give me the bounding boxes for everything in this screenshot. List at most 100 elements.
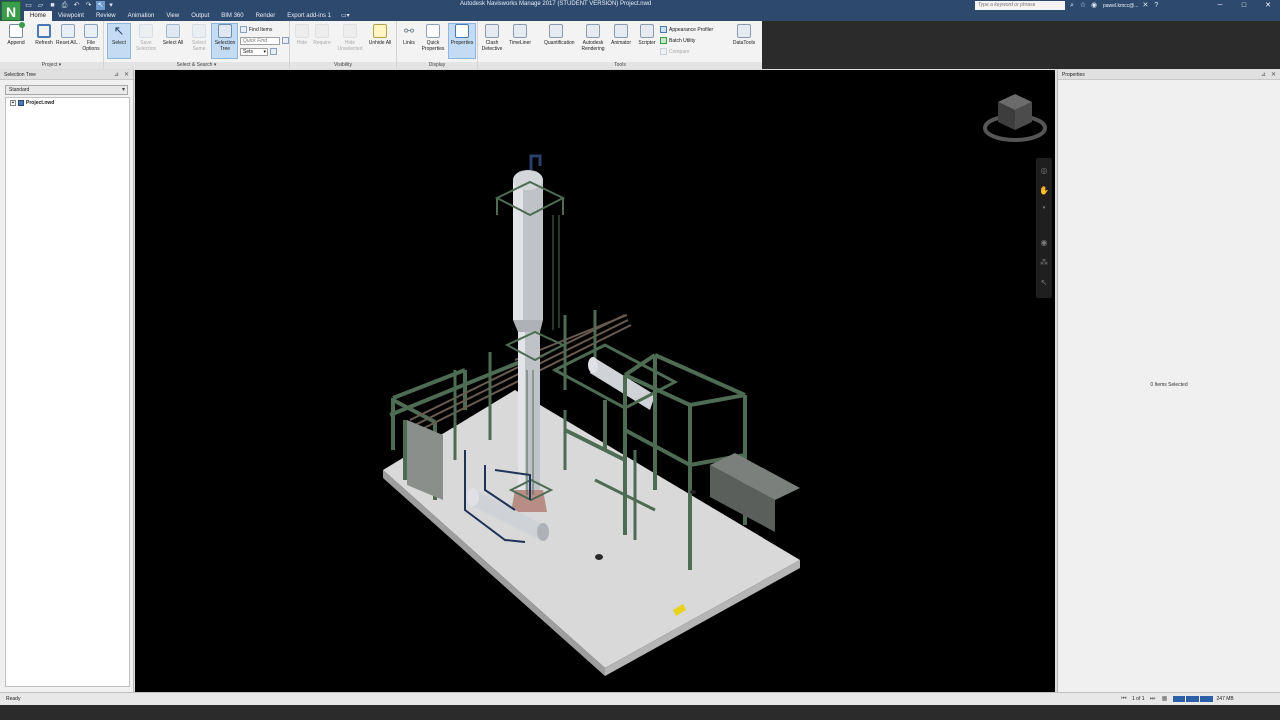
close-icon[interactable]: ✕ — [124, 70, 129, 80]
help-icon[interactable]: ? — [1152, 2, 1160, 10]
close-icon[interactable]: ✕ — [1271, 70, 1276, 80]
save-icon[interactable]: ■ — [48, 1, 57, 10]
tab-export-addins[interactable]: Export add-ins 1 — [281, 11, 337, 21]
save-selection-icon — [139, 24, 153, 38]
ribbon-tab-bar: Home Viewpoint Review Animation View Out… — [0, 11, 1280, 21]
quick-find-search-icon[interactable] — [282, 37, 289, 44]
scripter-button[interactable]: Scripter — [635, 24, 659, 60]
ribbon-options-icon[interactable]: ▭▾ — [337, 11, 354, 21]
panel-title-project[interactable]: Project ▾ — [0, 62, 103, 69]
zoom-icon[interactable]: • — [1039, 203, 1049, 213]
clash-detective-button[interactable]: Clash Detective — [480, 24, 504, 60]
quick-find-input[interactable] — [240, 36, 280, 45]
links-button[interactable]: ⚯ Links — [397, 24, 421, 60]
status-controls: ⏮ 1 of 1 ⏭ ▦ 247 MB — [1120, 695, 1234, 703]
properties-button[interactable]: Properties — [448, 23, 476, 59]
exchange-icon[interactable]: ✕ — [1141, 2, 1149, 10]
sheet-indicator: 1 of 1 — [1132, 696, 1145, 702]
minimize-icon[interactable]: ─ — [1208, 0, 1232, 11]
pin-icon[interactable]: ⊿ — [114, 70, 119, 80]
app-logo[interactable]: N — [1, 1, 21, 21]
navigation-bar: ◎ ✋ • ◉ ⁂ ↖ — [1036, 158, 1052, 298]
viewcube[interactable] — [980, 90, 1050, 150]
expand-icon[interactable]: + — [10, 100, 16, 106]
redo-icon[interactable]: ↷ — [84, 1, 93, 10]
maximize-icon[interactable]: □ — [1232, 0, 1256, 11]
panel-visibility: Hide Require Hide Unselected Unhide All … — [290, 21, 397, 69]
search-input[interactable] — [975, 1, 1065, 10]
tab-home[interactable]: Home — [24, 11, 53, 21]
select-same-button[interactable]: Select Same — [187, 24, 211, 60]
autodesk-rendering-button[interactable]: Autodesk Rendering — [580, 24, 606, 60]
close-icon[interactable]: ✕ — [1256, 0, 1280, 11]
pin-icon[interactable]: ⊿ — [1261, 70, 1266, 80]
tab-view[interactable]: View — [160, 11, 185, 21]
panel-title-select-search[interactable]: Select & Search ▾ — [104, 62, 289, 69]
plant-3d-model[interactable] — [135, 70, 1055, 692]
cursor-icon: ↖ — [113, 23, 125, 38]
tab-animation[interactable]: Animation — [122, 11, 161, 21]
first-sheet-icon[interactable]: ⏮ — [1120, 695, 1128, 703]
require-button[interactable]: Require — [310, 24, 334, 60]
undo-icon[interactable]: ↶ — [72, 1, 81, 10]
hide-unselected-button[interactable]: Hide Unselected — [335, 24, 365, 60]
new-icon[interactable]: ▭ — [24, 1, 33, 10]
pan-icon[interactable]: ✋ — [1039, 186, 1049, 196]
title-bar: ▭ ▱ ■ ⎙ ↶ ↷ ↖ ▾ Autodesk Navisworks Mana… — [0, 0, 1280, 11]
tab-output[interactable]: Output — [185, 11, 215, 21]
append-button[interactable]: Append — [4, 22, 28, 60]
selection-tree-button[interactable]: Selection Tree — [211, 23, 238, 59]
sheet-browser-icon[interactable]: ▦ — [1161, 695, 1169, 703]
steering-wheel-icon[interactable]: ◎ — [1039, 166, 1049, 176]
compare-button[interactable]: Compare — [660, 47, 690, 56]
tab-viewpoint[interactable]: Viewpoint — [52, 11, 90, 21]
reset-all-button[interactable]: Reset All... — [56, 24, 80, 60]
sets-manage-icon[interactable] — [270, 48, 277, 55]
batch-utility-button[interactable]: Batch Utility — [660, 36, 695, 45]
timeliner-button[interactable]: TimeLiner — [508, 24, 532, 60]
select-all-button[interactable]: Select All — [161, 24, 185, 60]
datatools-button[interactable]: DataTools — [732, 24, 756, 60]
tab-review[interactable]: Review — [90, 11, 122, 21]
save-selection-button[interactable]: Save Selection — [134, 24, 158, 60]
properties-header: Properties ⊿ ✕ — [1058, 70, 1280, 80]
user-icon[interactable]: ◉ — [1090, 2, 1098, 10]
quick-properties-button[interactable]: Quick Properties — [420, 24, 446, 60]
panel-title-tools: Tools — [478, 62, 762, 69]
look-icon[interactable]: ⁂ — [1039, 258, 1049, 268]
quick-access-toolbar: ▭ ▱ ■ ⎙ ↶ ↷ ↖ ▾ — [24, 1, 114, 10]
sets-row: Sets — [240, 47, 277, 56]
refresh-button[interactable]: Refresh — [32, 24, 56, 60]
file-options-button[interactable]: File Options — [79, 24, 103, 60]
scene-viewport[interactable]: ◎ ✋ • ◉ ⁂ ↖ — [135, 70, 1055, 692]
appearance-profiler-button[interactable]: Appearance Profiler — [660, 25, 713, 34]
require-icon — [315, 24, 329, 38]
open-icon[interactable]: ▱ — [36, 1, 45, 10]
sets-dropdown[interactable]: Sets — [240, 47, 268, 56]
animator-button[interactable]: Animator — [609, 24, 633, 60]
chevron-down-icon[interactable]: ▾ — [108, 1, 114, 10]
ribbon-empty-area — [762, 21, 1280, 69]
select-button[interactable]: ↖ Select — [107, 23, 131, 59]
hide-unselected-icon — [343, 24, 357, 38]
next-sheet-icon[interactable]: ⏭ — [1149, 695, 1157, 703]
tree-node-label: Project.nwd — [26, 100, 55, 106]
select-cursor-icon[interactable]: ↖ — [1039, 278, 1049, 288]
quantification-button[interactable]: Quantification — [544, 24, 575, 60]
tab-render[interactable]: Render — [250, 11, 282, 21]
binoculars-icon[interactable]: ⌕ — [1068, 2, 1076, 10]
select-mode-icon[interactable]: ↖ — [96, 1, 105, 10]
append-icon — [9, 22, 25, 38]
print-icon[interactable]: ⎙ — [60, 1, 69, 10]
properties-icon — [455, 24, 469, 38]
star-icon[interactable]: ☆ — [1079, 2, 1087, 10]
find-items-button[interactable]: Find Items — [240, 25, 272, 34]
tree-mode-dropdown[interactable]: Standard — [5, 85, 128, 95]
orbit-icon[interactable]: ◉ — [1039, 238, 1049, 248]
user-name[interactable]: pawel.kmcc@... — [1103, 3, 1138, 9]
status-bar: Ready ⏮ 1 of 1 ⏭ ▦ 247 MB — [0, 692, 1280, 705]
tree-node-root[interactable]: + Project.nwd — [10, 100, 54, 106]
tab-bim360[interactable]: BIM 360 — [215, 11, 249, 21]
unhide-all-button[interactable]: Unhide All — [368, 24, 392, 60]
select-all-icon — [166, 24, 180, 38]
